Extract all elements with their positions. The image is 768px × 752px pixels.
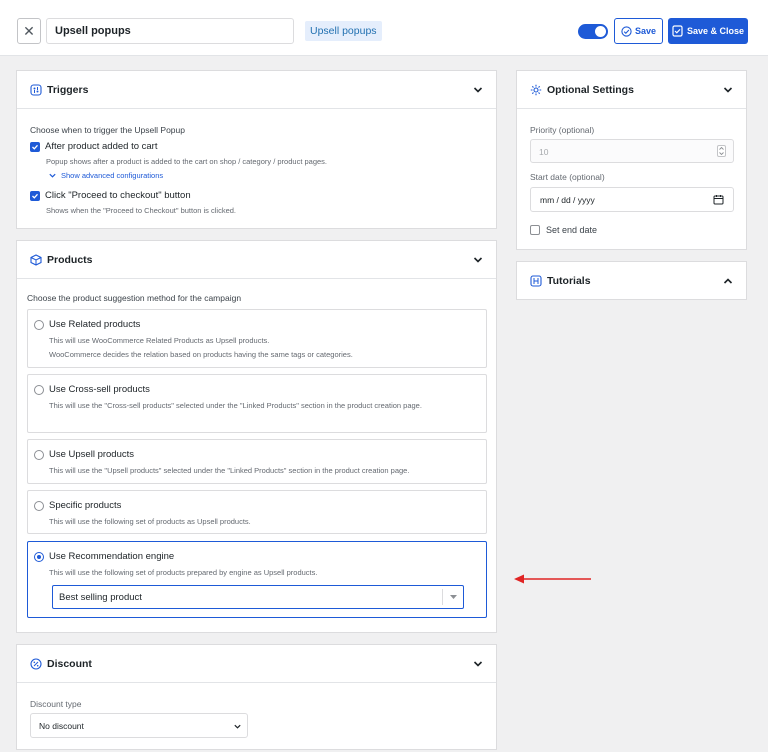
start-date-input[interactable]: mm / dd / yyyy: [530, 187, 734, 212]
annotation-arrow-icon: [514, 574, 591, 584]
check-circle-icon: [621, 25, 632, 37]
option-cross-sell-products[interactable]: Use Cross-sell products This will use th…: [27, 374, 487, 433]
checkbox-empty-icon[interactable]: [530, 225, 540, 235]
campaign-type-badge: Upsell popups: [305, 21, 382, 41]
priority-placeholder: 10: [539, 147, 549, 157]
link-label: Show advanced configurations: [61, 171, 164, 180]
option-recommendation-engine[interactable]: Use Recommendation engine This will use …: [27, 541, 487, 618]
box-icon: [29, 253, 42, 266]
save-close-button[interactable]: Save & Close: [668, 18, 748, 44]
chevron-down-icon[interactable]: [722, 84, 734, 96]
option-description: This will use the following set of produ…: [49, 517, 251, 526]
trigger-description: Shows when the "Proceed to Checkout" but…: [46, 206, 237, 215]
set-end-date-label: Set end date: [546, 225, 598, 235]
discount-panel-header[interactable]: Discount: [17, 645, 496, 683]
option-title: Use Cross-sell products: [49, 384, 150, 395]
chevron-down-icon[interactable]: [472, 254, 484, 266]
optional-settings-panel: Optional Settings Priority (optional) 10…: [516, 70, 747, 250]
discount-panel: Discount Discount type No discount: [16, 644, 497, 750]
show-advanced-config-link[interactable]: Show advanced configurations: [48, 171, 163, 180]
trigger-description: Popup shows after a product is added to …: [46, 157, 328, 166]
option-title: Use Recommendation engine: [49, 551, 175, 562]
tutorials-header[interactable]: Tutorials: [517, 262, 746, 299]
discount-icon: [29, 657, 42, 670]
priority-input[interactable]: 10: [530, 139, 734, 163]
triggers-icon: [29, 83, 42, 96]
triggers-panel: Triggers Choose when to trigger the Upse…: [16, 70, 497, 229]
option-related-products[interactable]: Use Related products This will use WooCo…: [27, 309, 487, 368]
save-label: Save: [634, 26, 657, 36]
option-title: Use Related products: [49, 319, 141, 330]
number-spinner-icon[interactable]: [717, 145, 726, 157]
option-description: This will use the "Upsell products" sele…: [49, 466, 410, 475]
select-divider: [442, 589, 443, 605]
discount-type-select[interactable]: No discount: [30, 713, 248, 738]
chevron-down-icon[interactable]: [472, 658, 484, 670]
save-button[interactable]: Save: [614, 18, 663, 44]
triggers-title: Triggers: [47, 83, 89, 96]
option-title: Specific products: [49, 500, 122, 511]
discount-title: Discount: [47, 657, 92, 670]
radio-button[interactable]: [34, 385, 44, 395]
option-title: Use Upsell products: [49, 449, 135, 460]
start-date-label: Start date (optional): [530, 172, 605, 182]
products-panel: Products Choose the product suggestion m…: [16, 240, 497, 633]
recommendation-engine-select[interactable]: Best selling product: [52, 585, 464, 609]
products-title: Products: [47, 253, 93, 266]
checkbox-checked-icon[interactable]: [30, 141, 40, 152]
priority-label: Priority (optional): [530, 125, 595, 135]
campaign-enabled-toggle[interactable]: [578, 24, 608, 39]
close-icon: ✕: [23, 22, 35, 39]
save-close-label: Save & Close: [686, 26, 745, 36]
triggers-panel-header[interactable]: Triggers: [17, 71, 496, 109]
optional-settings-header[interactable]: Optional Settings: [517, 71, 746, 109]
radio-button-selected[interactable]: [34, 552, 44, 562]
triggers-prompt: Choose when to trigger the Upsell Popup: [30, 125, 185, 135]
discount-type-label: Discount type: [30, 699, 82, 709]
save-close-icon: [672, 25, 683, 37]
close-button[interactable]: ✕: [17, 18, 41, 44]
tutorials-title: Tutorials: [547, 274, 591, 287]
chevron-down-icon: [49, 173, 56, 178]
option-description-line: This will use WooCommerce Related Produc…: [49, 336, 270, 345]
radio-button[interactable]: [34, 320, 44, 330]
products-prompt: Choose the product suggestion method for…: [27, 293, 242, 303]
option-description-line: WooCommerce decides the relation based o…: [49, 350, 353, 359]
campaign-name-input[interactable]: Upsell popups: [46, 18, 294, 44]
optional-settings-title: Optional Settings: [547, 83, 634, 96]
option-description: This will use WooCommerce Related Produc…: [49, 334, 476, 362]
select-value: Best selling product: [59, 592, 142, 603]
trigger-proceed-checkout[interactable]: Click "Proceed to checkout" button: [30, 190, 191, 201]
trigger-after-add-to-cart[interactable]: After product added to cart: [30, 141, 157, 152]
option-specific-products[interactable]: Specific products This will use the foll…: [27, 490, 487, 534]
radio-button[interactable]: [34, 450, 44, 460]
select-value: No discount: [39, 721, 84, 731]
option-upsell-products[interactable]: Use Upsell products This will use the "U…: [27, 439, 487, 484]
option-description: This will use the "Cross-sell products" …: [49, 401, 422, 410]
chevron-down-icon[interactable]: [472, 84, 484, 96]
top-bar: ✕ Upsell popups Upsell popups Save Save …: [0, 0, 768, 56]
start-date-placeholder: mm / dd / yyyy: [540, 195, 595, 205]
checkbox-checked-icon[interactable]: [30, 190, 40, 201]
trigger-label: Click "Proceed to checkout" button: [45, 190, 191, 201]
trigger-label: After product added to cart: [45, 141, 158, 152]
option-description: This will use the following set of produ…: [49, 568, 318, 577]
radio-button[interactable]: [34, 501, 44, 511]
chevron-up-icon[interactable]: [722, 275, 734, 287]
tutorials-panel: Tutorials: [516, 261, 747, 300]
products-panel-header[interactable]: Products: [17, 241, 496, 279]
tutorial-icon: [529, 274, 542, 287]
gear-icon: [529, 83, 542, 96]
calendar-icon[interactable]: [713, 194, 724, 205]
chevron-down-icon: [234, 724, 241, 729]
caret-down-icon: [450, 595, 457, 599]
set-end-date-toggle[interactable]: Set end date: [530, 225, 597, 235]
